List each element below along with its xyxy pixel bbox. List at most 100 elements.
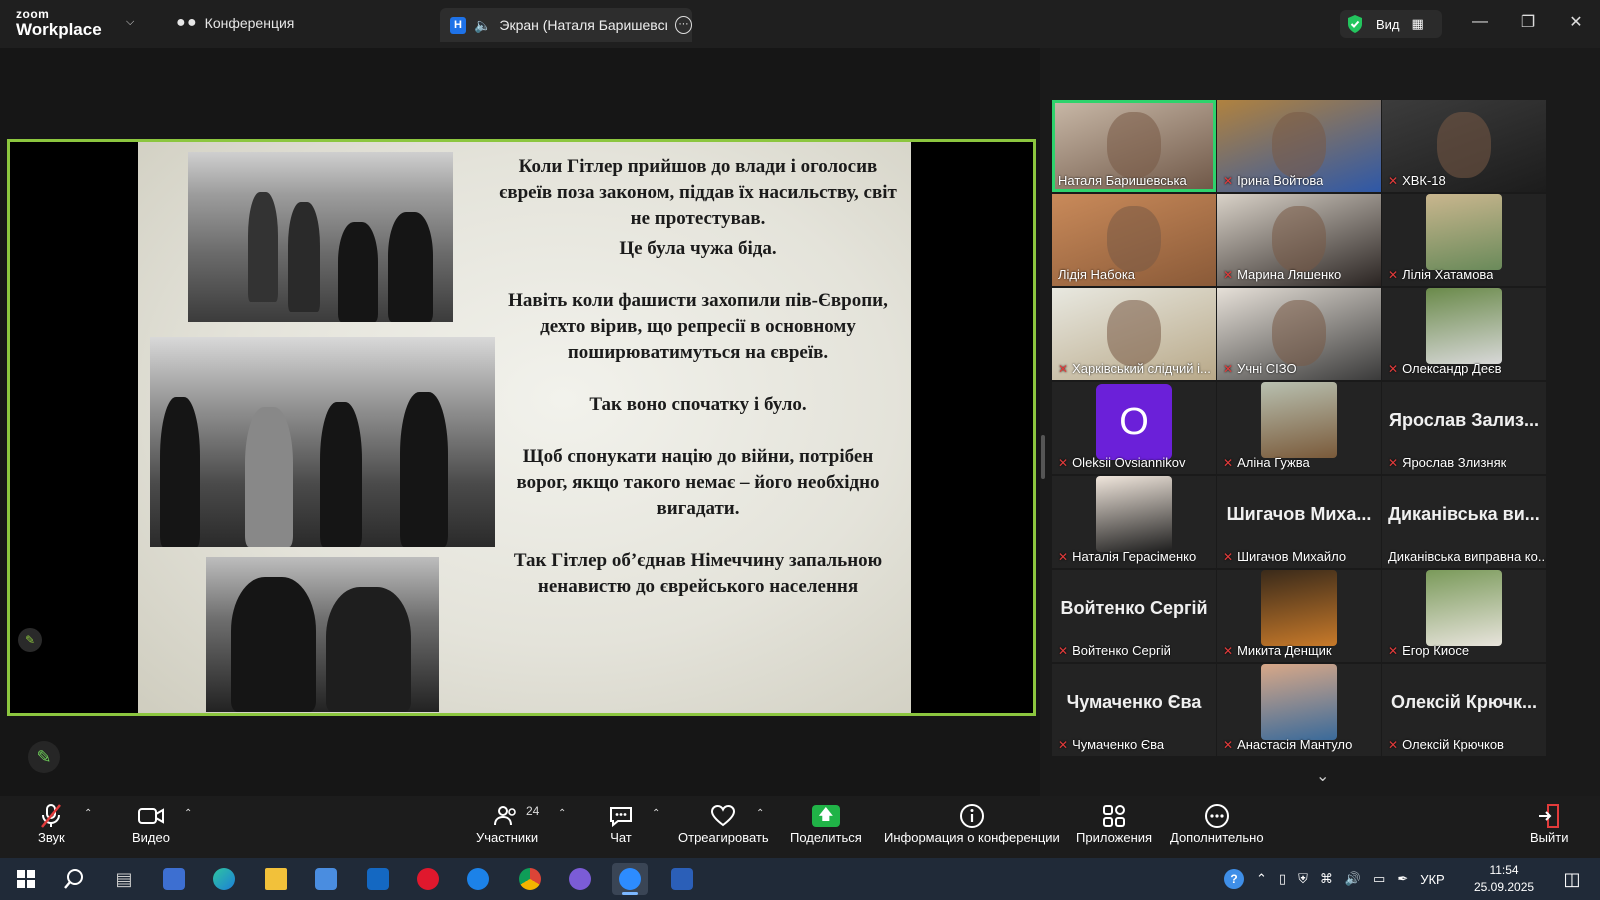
participant-name-label: ✕ Лілія Хатамова [1388, 267, 1493, 282]
sound-options-chevron-icon[interactable]: ⌃ [84, 808, 92, 819]
close-icon[interactable]: ✕ [1552, 0, 1600, 44]
zoom-app-icon[interactable] [612, 863, 648, 895]
search-icon[interactable] [56, 863, 92, 895]
edge-browser-icon[interactable] [206, 863, 242, 895]
more-options-icon[interactable]: ⋯ [674, 16, 692, 34]
participants-button[interactable]: Участники 24 [476, 802, 539, 845]
file-explorer-icon[interactable] [258, 863, 294, 895]
slide-paragraph-3: Так воно спочатку і було. [589, 394, 807, 415]
leave-button[interactable]: Выйти [1530, 802, 1569, 845]
minimize-icon[interactable]: — [1456, 0, 1504, 44]
chevron-up-icon[interactable]: ⌃ [1256, 871, 1267, 887]
notifications-icon[interactable]: ◫ [1554, 863, 1590, 895]
shield-tray-icon[interactable]: ⛨ [1298, 871, 1308, 887]
react-options-chevron-icon[interactable]: ⌃ [756, 808, 764, 819]
participant-name: ХВК-18 [1402, 173, 1446, 188]
participant-display-name: Чумаченко Єва [1066, 692, 1202, 712]
participant-name: Олександр Деєв [1402, 361, 1502, 376]
participant-tile[interactable]: ✕ Аліна Гужва [1217, 382, 1381, 474]
participant-tile[interactable]: ✕ Наталія Герасіменко [1052, 476, 1216, 568]
chevron-down-icon[interactable]: ⌵ [126, 16, 134, 29]
participant-letter-avatar: O [1096, 384, 1172, 460]
participant-tile[interactable]: ✕ Ірина Войтова [1217, 100, 1381, 192]
video-button[interactable]: Видео [132, 802, 170, 845]
participant-tile[interactable]: Войтенко Сергій ✕ Войтенко Сергій [1052, 570, 1216, 662]
tab-screen-share[interactable]: Н 🔈 Экран (Наталя Баришевськ ⋯ [440, 8, 692, 42]
zoom-workplace-logo[interactable]: zoom Workplace [16, 8, 102, 38]
participant-name-label: ✕ Чумаченко Єва [1058, 737, 1164, 752]
participant-name: Лілія Хатамова [1402, 267, 1494, 282]
gallery-scroll-down-icon[interactable]: ⌄ [1316, 766, 1329, 786]
restore-icon[interactable]: ❐ [1504, 0, 1552, 44]
viber-icon[interactable] [562, 863, 598, 895]
mic-muted-icon: ✕ [1058, 549, 1069, 564]
chat-options-chevron-icon[interactable]: ⌃ [652, 808, 660, 819]
annotate-pen-icon[interactable]: ✎ [18, 628, 42, 652]
battery-icon[interactable]: ▭ [1373, 871, 1385, 887]
volume-icon[interactable]: 🔊 [1345, 871, 1361, 887]
clock[interactable]: 11:54 25.09.2025 [1474, 862, 1534, 896]
participant-name-label: ✕ Ярослав Злизняк [1388, 455, 1506, 470]
chrome-browser-icon[interactable] [512, 863, 548, 895]
share-button[interactable]: 🡅 Поделиться [790, 802, 862, 845]
view-button[interactable]: Вид ▦ [1340, 10, 1442, 38]
participant-tile[interactable]: ✕ Учні СІЗО [1217, 288, 1381, 380]
splitter-handle[interactable] [1041, 435, 1045, 479]
mic-muted-icon: ✕ [1388, 267, 1399, 282]
mic-muted-icon: ✕ [1223, 643, 1234, 658]
language-indicator[interactable]: УКР [1420, 872, 1445, 887]
participant-name: Войтенко Сергій [1072, 643, 1171, 658]
participant-tile[interactable]: Ярослав Зализ... ✕ Ярослав Злизняк [1382, 382, 1546, 474]
participant-tile[interactable]: ✕ Лілія Хатамова [1382, 194, 1546, 286]
participant-tile[interactable]: ✕ Харківський слідчий і... [1052, 288, 1216, 380]
participant-display-name: Диканівська ви... [1388, 504, 1540, 524]
annotate-button-icon[interactable]: ✎ [28, 741, 60, 773]
participant-tile[interactable]: Диканівська ви... Диканівська виправна ко… [1382, 476, 1546, 568]
more-button[interactable]: Дополнительно [1170, 802, 1264, 845]
participant-tile[interactable]: ✕ Микита Денщик [1217, 570, 1381, 662]
window-controls: — ❐ ✕ [1456, 0, 1600, 44]
word-icon[interactable] [664, 863, 700, 895]
apps-button[interactable]: Приложения [1076, 802, 1152, 845]
participant-tile[interactable]: ✕ Олександр Деєв [1382, 288, 1546, 380]
participant-name: Лідія Набока [1058, 267, 1136, 282]
people-icon: ● ● [176, 14, 197, 31]
participant-tile[interactable]: ✕ Егор Киосе [1382, 570, 1546, 662]
participant-tile[interactable]: O ✕ Oleksii Ovsiannikov [1052, 382, 1216, 474]
video-options-chevron-icon[interactable]: ⌃ [184, 808, 192, 819]
participant-tile[interactable]: Чумаченко Єва ✕ Чумаченко Єва [1052, 664, 1216, 756]
participant-name-label: ✕ Шигачов Михайло [1223, 549, 1346, 564]
windows-start-icon[interactable] [8, 863, 44, 895]
chat-button[interactable]: Чат [608, 802, 634, 845]
participant-name-label: ✕ Олексій Крючков [1388, 737, 1504, 752]
participant-tile[interactable]: Лідія Набока [1052, 194, 1216, 286]
participant-name: Шигачов Михайло [1237, 549, 1347, 564]
participant-avatar [1096, 476, 1172, 552]
participant-tile[interactable]: Шигачов Миха... ✕ Шигачов Михайло [1217, 476, 1381, 568]
participant-tile[interactable]: Наталя Баришевська [1052, 100, 1216, 192]
opera-browser-icon[interactable] [410, 863, 446, 895]
microphone-icon[interactable]: ▯ [1279, 871, 1286, 887]
microsoft-store-icon[interactable] [308, 863, 344, 895]
participant-tile[interactable]: ✕ Марина Ляшенко [1217, 194, 1381, 286]
participants-options-chevron-icon[interactable]: ⌃ [558, 808, 566, 819]
teamviewer-icon[interactable] [460, 863, 496, 895]
wifi-icon[interactable]: ⌘ [1320, 871, 1333, 887]
participant-tile[interactable]: ✕ Анастасія Мантуло [1217, 664, 1381, 756]
save-disk-app-icon[interactable] [156, 863, 192, 895]
participant-name-label: ✕ Харківський слідчий і... [1058, 361, 1211, 376]
participant-avatar [1426, 570, 1502, 646]
outlook-icon[interactable] [360, 863, 396, 895]
windows-taskbar: ▤ ? ⌃ ▯ ⛨ ⌘ 🔊 ▭ ✒ УКР 11:54 25.09.2025 ◫ [0, 858, 1600, 900]
tab-conference[interactable]: ● ● Конференция [176, 14, 294, 32]
pen-tray-icon[interactable]: ✒ [1397, 871, 1408, 887]
share-icon-wrap: 🡅 [811, 802, 840, 830]
meeting-info-button[interactable]: Информация о конференции [884, 802, 1060, 845]
participant-tile[interactable]: Олексій Крючк... ✕ Олексій Крючков [1382, 664, 1546, 756]
participant-name-label: ✕ Ірина Войтова [1223, 173, 1323, 188]
sound-button[interactable]: Звук [38, 802, 65, 845]
help-icon[interactable]: ? [1224, 869, 1244, 889]
participant-tile[interactable]: ✕ ХВК-18 [1382, 100, 1546, 192]
video-label: Видео [132, 830, 170, 845]
task-view-icon[interactable]: ▤ [106, 863, 142, 895]
